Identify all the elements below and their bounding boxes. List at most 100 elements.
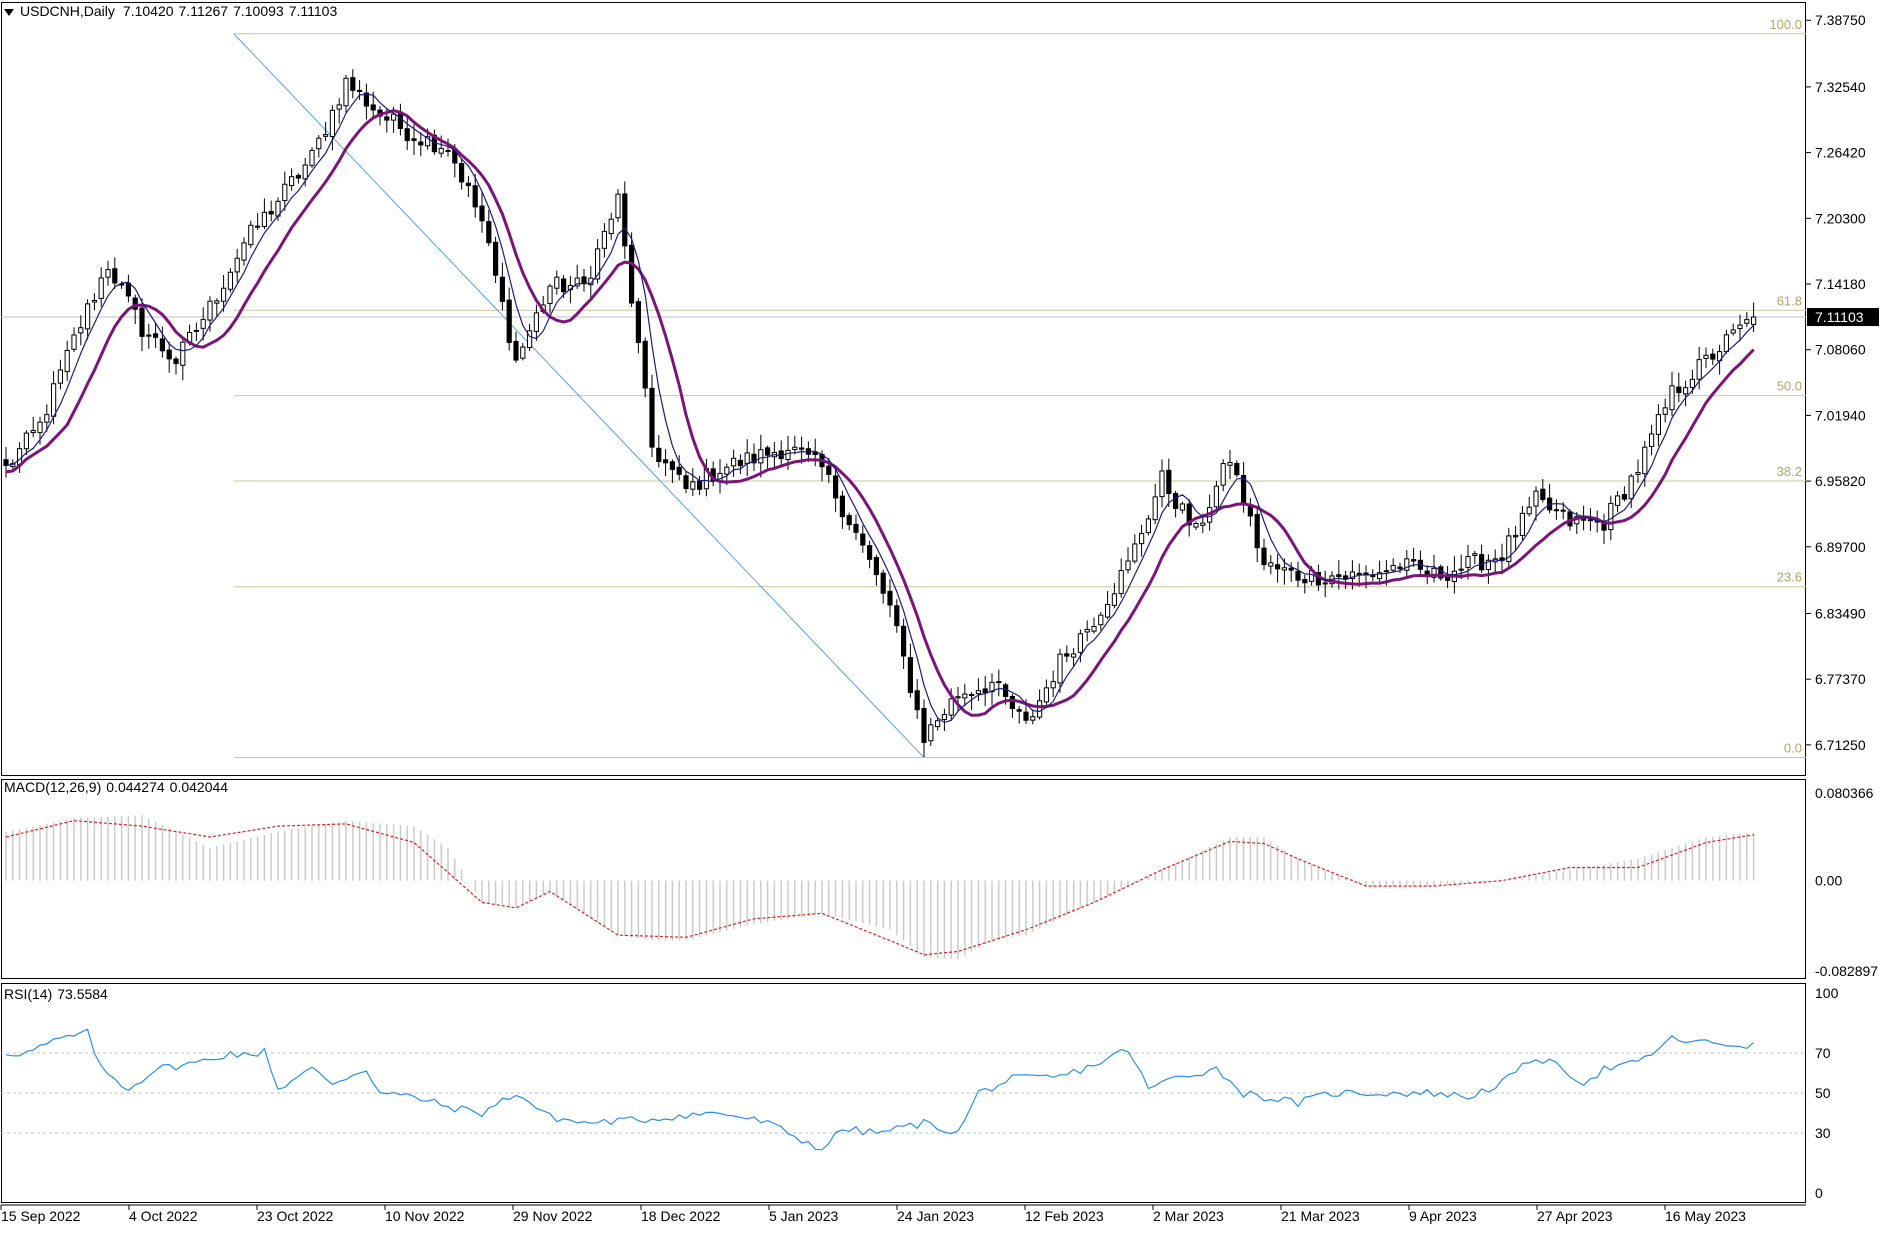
candle (1751, 302, 1757, 333)
candle (98, 267, 104, 307)
candle-body-up (533, 312, 539, 332)
candle-body-up (758, 449, 764, 464)
candle (493, 236, 499, 284)
candle (248, 220, 254, 249)
candle-body-down (125, 282, 132, 297)
candle (1547, 483, 1553, 514)
candle-body-down (384, 116, 390, 121)
candle-body-up (1220, 463, 1226, 486)
candle-body-down (1302, 579, 1308, 584)
candle-body-down (1513, 534, 1519, 538)
candle-body-up (1703, 354, 1709, 359)
price-axis-label: 6.77370 (1815, 671, 1866, 687)
candle-body-down (139, 307, 145, 337)
candle (615, 189, 621, 223)
candle (1118, 558, 1124, 598)
candle-body-up (23, 432, 29, 450)
candle (71, 327, 77, 352)
candle-body-up (180, 341, 186, 366)
candle (1662, 398, 1668, 423)
macd-axis-label: 0.00 (1815, 873, 1842, 889)
candle-body-up (1145, 518, 1152, 534)
candle (1091, 617, 1097, 634)
candle (1186, 499, 1192, 537)
candle-body-up (1649, 433, 1655, 447)
candle (1519, 505, 1526, 541)
date-axis-label: 29 Nov 2022 (513, 1208, 593, 1224)
candle (873, 554, 879, 586)
candle-body-down (1261, 547, 1267, 566)
close-value: 7.11103 (288, 3, 338, 19)
candle-body-up (227, 271, 234, 290)
candle-body-up (105, 269, 111, 278)
candle-body-up (193, 329, 200, 332)
candle (1105, 591, 1111, 620)
candle-body-down (268, 210, 274, 215)
candle-body-up (1655, 414, 1662, 435)
candle (649, 374, 655, 458)
candle-body-down (146, 334, 152, 337)
candle-body-down (812, 451, 818, 456)
candle (996, 669, 1002, 697)
candle-body-down (1336, 574, 1342, 578)
candle-body-down (1676, 386, 1682, 394)
candle-body-down (561, 278, 567, 293)
candle-body-down (357, 89, 363, 92)
candle-body-up (1200, 522, 1206, 526)
candle (1009, 693, 1015, 718)
candle (309, 147, 315, 169)
candle-body-up (1730, 329, 1736, 334)
candle (751, 443, 757, 471)
rsi-line (5, 1028, 1754, 1151)
candle (778, 440, 784, 466)
date-axis-label: 27 Apr 2023 (1537, 1208, 1613, 1224)
candle (941, 708, 947, 731)
candle-body-up (234, 257, 240, 273)
candle (193, 322, 200, 341)
candle (486, 209, 492, 247)
price-axis-label: 7.20300 (1815, 210, 1866, 226)
candle-body-down (1540, 488, 1546, 500)
candle (404, 115, 410, 150)
candle (1302, 574, 1308, 594)
candle-body-down (411, 138, 417, 141)
candle-body-up (1125, 560, 1131, 571)
candle (1669, 371, 1675, 417)
candle (146, 323, 152, 349)
candle (1615, 491, 1621, 513)
candle (792, 435, 798, 455)
candle (642, 337, 648, 398)
high-value: 7.11267 (178, 3, 229, 19)
candle-body-down (112, 268, 118, 284)
candle (57, 359, 63, 390)
candle-body-down (1023, 711, 1029, 721)
candle (982, 675, 988, 707)
candle (125, 274, 132, 303)
candle-body-up (309, 149, 315, 166)
main-header: USDCNH,Daily 7.10420 7.11267 7.10093 7.11103 (4, 3, 337, 19)
candle-body-down (635, 301, 641, 344)
macd-signal-line (5, 820, 1754, 956)
candle-body-down (486, 221, 492, 244)
candle (581, 268, 587, 292)
candle-body-down (445, 149, 451, 152)
candle (1037, 689, 1043, 720)
candle-body-down (1166, 469, 1172, 495)
current-price-label: 7.11103 (1815, 309, 1864, 325)
candle-body-up (615, 193, 621, 219)
candle (363, 83, 369, 120)
candle-body-down (350, 77, 356, 91)
candle-body-up (1608, 502, 1614, 531)
candle (907, 643, 913, 698)
candle (928, 717, 934, 746)
candle-body-up (30, 430, 36, 434)
date-axis-label: 2 Mar 2023 (1153, 1208, 1224, 1224)
candle-body-down (914, 690, 920, 711)
candle (1173, 490, 1179, 518)
candle (1295, 561, 1301, 588)
candle-body-down (765, 447, 771, 456)
candle-body-up (207, 300, 213, 321)
candle-body-up (221, 287, 227, 302)
candle (690, 468, 696, 496)
menu-triangle-icon[interactable] (4, 8, 14, 16)
